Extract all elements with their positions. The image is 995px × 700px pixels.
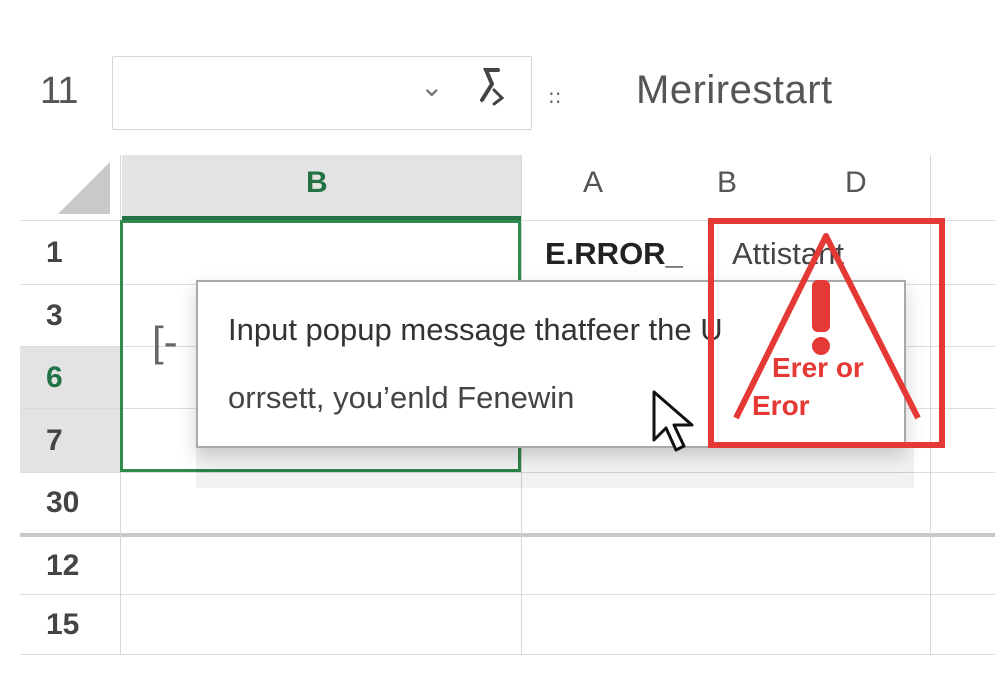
row-header-7[interactable]: 7 — [20, 409, 120, 472]
cell-reference: 11 — [40, 70, 78, 112]
row-header-3[interactable]: 3 — [20, 285, 120, 346]
name-box[interactable] — [112, 56, 532, 130]
popup-message-line-2: orrsett, you’enld Fenewin — [228, 380, 575, 415]
column-header-b[interactable]: B — [717, 166, 737, 200]
cell-error-value[interactable]: E.RROR_ — [545, 236, 683, 272]
function-icon[interactable] — [476, 66, 506, 106]
cell-bracket-text: [- — [152, 318, 178, 365]
row-header-12[interactable]: 12 — [20, 537, 120, 594]
error-highlight-box — [708, 218, 945, 448]
column-header-a[interactable]: A — [583, 166, 603, 200]
grid-line — [20, 654, 995, 655]
column-header-b-selected[interactable]: B — [306, 166, 328, 200]
row-header-15[interactable]: 15 — [20, 595, 120, 654]
mouse-cursor-icon — [652, 390, 694, 452]
select-all-corner[interactable] — [58, 162, 110, 214]
formula-separator: :: — [548, 84, 562, 108]
grid-line — [20, 594, 995, 595]
formula-input[interactable]: Merirestart — [636, 68, 833, 113]
error-label-line-1: Erer or — [772, 352, 864, 383]
row-header-1[interactable]: 1 — [20, 222, 120, 284]
frozen-pane-divider[interactable] — [20, 533, 995, 537]
error-label-line-2: Eror — [752, 390, 810, 421]
row-header-30[interactable]: 30 — [20, 473, 120, 533]
popup-message-line-1: Input popup message thatfeer the U — [228, 312, 723, 347]
popup-shadow — [196, 448, 914, 488]
column-header-d[interactable]: D — [845, 166, 867, 200]
chevron-down-icon[interactable]: ⌄ — [420, 70, 443, 103]
row-header-6-selected[interactable]: 6 — [20, 347, 120, 408]
